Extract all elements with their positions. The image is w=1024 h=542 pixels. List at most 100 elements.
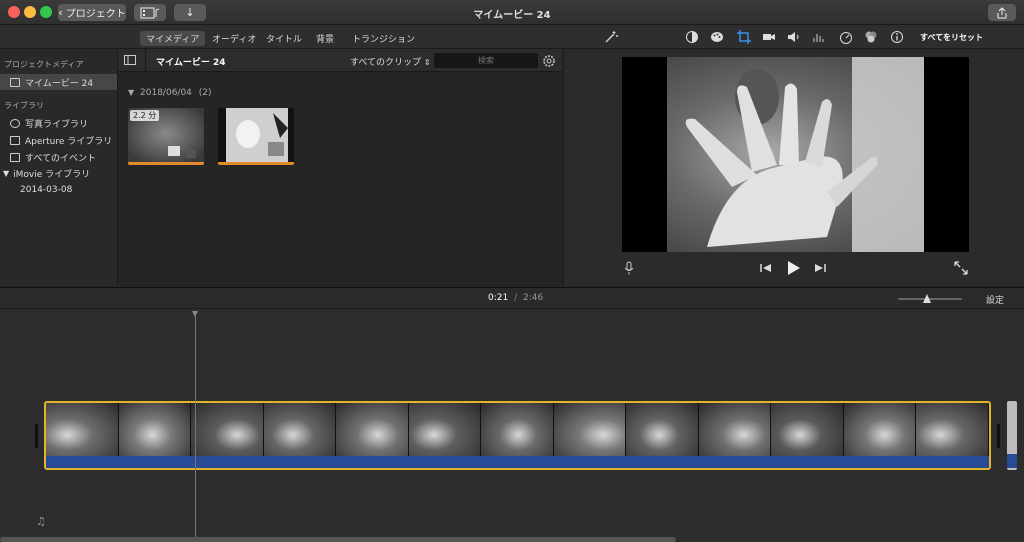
play-icon [788, 261, 800, 275]
clip-used-bar [218, 162, 294, 165]
microphone-icon [624, 261, 634, 275]
toolbar: マイメディア オーディオ タイトル 背景 トランジション すべてをリセット [0, 25, 1024, 49]
info-icon[interactable] [889, 29, 905, 45]
zoom-slider[interactable] [898, 294, 962, 303]
media-browser: マイムービー 24 すべてのクリップ ⇕ ▼ 2018/06/04 (2) 2.… [118, 49, 562, 286]
stabilization-camera-icon[interactable] [761, 29, 777, 45]
skip-forward-button[interactable] [814, 263, 826, 276]
date-group-label: 2018/06/04 [140, 88, 192, 98]
video-preview [622, 57, 969, 252]
magic-wand-icon[interactable] [603, 29, 619, 45]
filmstrip-frame [843, 403, 917, 456]
sidebar-item-label: すべてのイベント [25, 153, 97, 164]
timeline-header: 0:21 / 2:46 設定 [0, 287, 1024, 309]
filmstrip-frame [263, 403, 337, 456]
clip-thumbnail-2[interactable] [218, 108, 294, 165]
library-sidebar: プロジェクトメディア マイムービー 24 ライブラリ 写真ライブラリ Apert… [0, 49, 118, 286]
color-balance-icon[interactable] [684, 29, 700, 45]
disclosure-triangle-icon: ▼ [128, 88, 135, 97]
star-icon [10, 152, 20, 162]
video-frame [667, 57, 924, 252]
fullscreen-button[interactable] [954, 261, 968, 278]
filmstrip-frame [481, 403, 554, 456]
sidebar-item-event[interactable]: 2014-03-08 [0, 182, 117, 198]
clip-duration-badge: 2.2 分 [130, 110, 160, 121]
gear-icon [543, 55, 555, 67]
sidebar-icon [124, 55, 136, 65]
color-correction-icon[interactable] [709, 29, 725, 45]
speed-icon[interactable] [838, 29, 854, 45]
tab-audio[interactable]: オーディオ [206, 31, 262, 46]
share-button[interactable] [988, 4, 1016, 21]
filmstrip-frame [336, 403, 409, 456]
browser-settings-button[interactable] [542, 54, 556, 71]
filmstrip-frame [553, 403, 627, 456]
clip-filter-select[interactable]: すべてのクリップ ⇕ [350, 55, 431, 68]
voiceover-button[interactable] [624, 261, 634, 278]
next-clip-stub[interactable] [1007, 401, 1017, 470]
viewer [563, 49, 1024, 286]
music-note-icon: ♫ [36, 515, 46, 528]
filmstrip-frame [118, 403, 192, 456]
project-media-header: プロジェクトメディア [4, 60, 84, 69]
sidebar-item-imovie-library[interactable]: ▼ iMovie ライブラリ [0, 165, 117, 181]
arrow-down-icon: ↓ [185, 6, 195, 19]
sidebar-item-label: iMovie ライブラリ [13, 169, 91, 180]
sidebar-item-label: 写真ライブラリ [25, 119, 89, 130]
total-time: 2:46 [523, 293, 544, 303]
skip-back-icon [760, 264, 771, 272]
back-to-projects-button[interactable]: ‹ プロジェクト [58, 4, 126, 21]
tab-backgrounds[interactable]: 背景 [310, 31, 340, 46]
zoom-slider-handle[interactable] [922, 294, 931, 303]
filmstrip-frame [191, 403, 264, 456]
timeline-scrollbar[interactable] [0, 537, 676, 542]
aperture-icon [10, 135, 20, 145]
libraries-header: ライブラリ [4, 101, 44, 110]
filmstrip-frame [626, 403, 699, 456]
browser-bar: マイムービー 24 すべてのクリップ ⇕ [118, 49, 562, 72]
updown-chevron-icon: ⇕ [423, 58, 431, 67]
tab-my-media[interactable]: マイメディア [140, 31, 206, 46]
filter-icon[interactable] [863, 29, 879, 45]
share-icon [997, 6, 1007, 18]
zoom-window-button[interactable] [40, 6, 52, 18]
disclosure-triangle-icon: ▼ [3, 168, 10, 178]
filmstrip-frame [771, 403, 844, 456]
skip-back-button[interactable] [760, 263, 772, 276]
back-button-label: プロジェクト [65, 9, 126, 20]
clip-thumbnail-1[interactable]: 2.2 分 [128, 108, 204, 165]
reset-all-button[interactable]: すべてをリセット [920, 32, 983, 43]
sidebar-item-photos-library[interactable]: 写真ライブラリ [0, 115, 117, 131]
filmstrip-frame [46, 403, 119, 456]
toggle-sidebar-button[interactable] [124, 55, 136, 68]
filmstrip-frame [698, 403, 772, 456]
crop-icon[interactable] [736, 29, 752, 45]
media-import-button[interactable] [134, 4, 166, 21]
timeline-settings-button[interactable]: 設定 [986, 293, 1004, 306]
search-input[interactable] [434, 53, 538, 68]
date-group-count: (2) [198, 88, 212, 98]
filmstrip-frame [408, 403, 482, 456]
close-window-button[interactable] [8, 6, 20, 18]
timeline-video-clip[interactable] [44, 401, 991, 470]
hand-image [685, 57, 924, 252]
sidebar-item-all-events[interactable]: すべてのイベント [0, 149, 117, 165]
import-button[interactable]: ↓ [174, 4, 206, 21]
minimize-window-button[interactable] [24, 6, 36, 18]
play-button[interactable] [787, 260, 801, 279]
sidebar-item-label: Aperture ライブラリ [25, 136, 113, 147]
sidebar-item-aperture-library[interactable]: Aperture ライブラリ [0, 132, 117, 148]
date-group-header[interactable]: ▼ 2018/06/04 (2) [128, 88, 212, 98]
sidebar-item-label: マイムービー 24 [25, 78, 94, 89]
playhead[interactable] [192, 311, 198, 539]
volume-icon[interactable] [786, 29, 802, 45]
browser-title: マイムービー 24 [156, 58, 226, 68]
tab-titles[interactable]: タイトル [260, 31, 308, 46]
tab-transitions[interactable]: トランジション [346, 31, 421, 46]
sidebar-item-project[interactable]: マイムービー 24 [0, 74, 117, 90]
timeline[interactable]: ♫ [0, 309, 1024, 542]
title-bar: ‹ プロジェクト ↓ マイムービー 24 [0, 0, 1024, 25]
clip-used-bar [128, 162, 204, 165]
equalizer-icon[interactable] [811, 29, 827, 45]
chevron-left-icon: ‹ [58, 6, 63, 19]
